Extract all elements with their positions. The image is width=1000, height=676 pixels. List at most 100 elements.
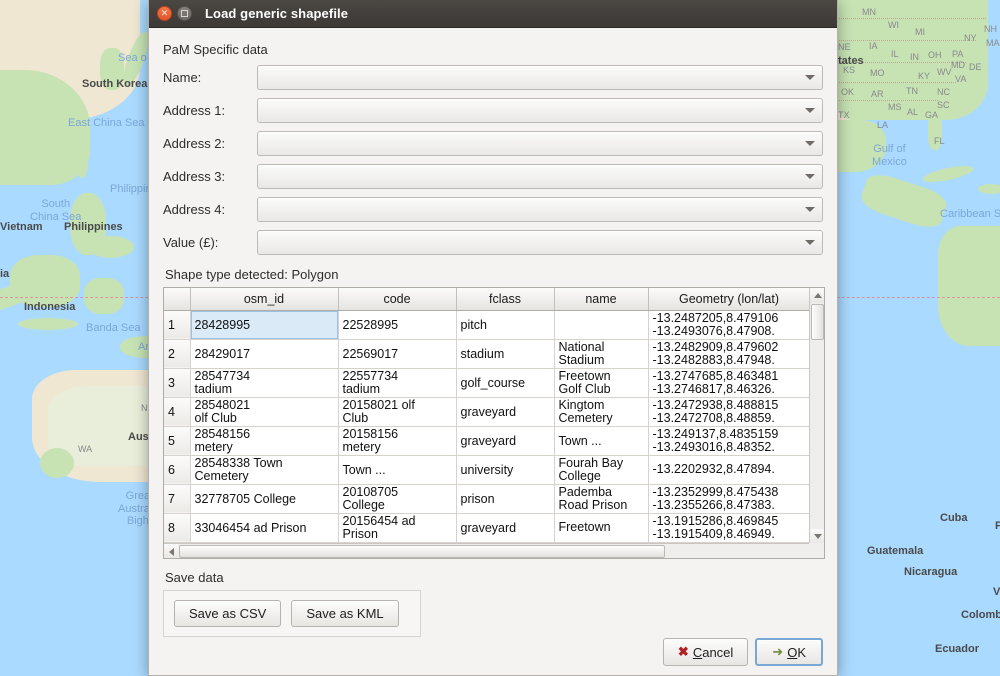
chevron-down-icon[interactable] bbox=[805, 108, 815, 113]
cell-geometry[interactable]: -13.2487205,8.479106 -13.2493076,8.47908. bbox=[648, 310, 811, 340]
map-state-label-17: VA bbox=[955, 74, 967, 84]
dialog-titlebar[interactable]: ✕ Load generic shapefile bbox=[149, 0, 837, 28]
map-land-taiwan bbox=[76, 150, 88, 178]
cell-fclass[interactable]: graveyard bbox=[456, 513, 555, 543]
cell-name[interactable]: Town ... bbox=[554, 426, 649, 456]
cell-code[interactable]: 22528995 bbox=[338, 310, 457, 340]
table-horizontal-scrollbar[interactable] bbox=[164, 543, 824, 558]
ok-button[interactable]: ➜ OK bbox=[755, 638, 823, 666]
address4-combo[interactable] bbox=[257, 197, 823, 222]
map-land-cuba bbox=[921, 162, 975, 186]
value-combo[interactable] bbox=[257, 230, 823, 255]
map-country-label-1: Philippines bbox=[64, 221, 123, 233]
map-sea-label-0: Sea o bbox=[118, 52, 147, 64]
cell-fclass[interactable]: graveyard bbox=[456, 426, 555, 456]
cell-osm_id[interactable]: 28548338 Town Cemetery bbox=[190, 455, 339, 485]
cell-code[interactable]: 22569017 bbox=[338, 339, 457, 369]
chevron-down-icon[interactable] bbox=[805, 75, 815, 80]
cell-osm_id[interactable]: 28429017 bbox=[190, 339, 339, 369]
attribute-table[interactable]: osm_id code fclass name Geometry (lon/la… bbox=[163, 287, 825, 559]
cell-name[interactable]: Freetown bbox=[554, 513, 649, 543]
cell-fclass[interactable]: prison bbox=[456, 484, 555, 514]
cell-name[interactable]: National Stadium bbox=[554, 339, 649, 369]
chevron-down-icon[interactable] bbox=[805, 207, 815, 212]
vertical-scroll-thumb[interactable] bbox=[811, 304, 824, 340]
table-row[interactable]: 2 28429017 22569017 stadium National Stadium -… bbox=[164, 339, 811, 369]
chevron-down-icon[interactable] bbox=[805, 240, 815, 245]
attribute-table-grid: osm_id code fclass name Geometry (lon/la… bbox=[164, 288, 811, 558]
cancel-button[interactable]: ✖ Cancel bbox=[662, 638, 749, 666]
row-number[interactable]: 6 bbox=[164, 455, 191, 485]
cell-osm_id[interactable]: 28428995 bbox=[190, 310, 339, 340]
cell-name[interactable]: Fourah Bay College bbox=[554, 455, 649, 485]
row-number[interactable]: 7 bbox=[164, 484, 191, 514]
cell-geometry[interactable]: -13.2747685,8.463481 -13.2746817,8.46326. bbox=[648, 368, 811, 398]
cell-name[interactable]: Pademba Road Prison bbox=[554, 484, 649, 514]
row-number[interactable]: 4 bbox=[164, 397, 191, 427]
maximize-icon[interactable] bbox=[177, 6, 192, 21]
load-shapefile-dialog: ✕ Load generic shapefile PaM Specific da… bbox=[148, 0, 838, 676]
address1-combo[interactable] bbox=[257, 98, 823, 123]
cell-code[interactable]: 22557734 tadium bbox=[338, 368, 457, 398]
cell-name[interactable] bbox=[554, 310, 649, 340]
table-row[interactable]: 4 28548021 olf Club 20158021 olf Club graveya… bbox=[164, 397, 811, 427]
column-header-code[interactable]: code bbox=[338, 288, 457, 311]
column-header-fclass[interactable]: fclass bbox=[456, 288, 555, 311]
save-as-kml-button[interactable]: Save as KML bbox=[291, 600, 399, 627]
row-number[interactable]: 5 bbox=[164, 426, 191, 456]
cell-osm_id[interactable]: 28548156 metery bbox=[190, 426, 339, 456]
cell-geometry[interactable]: -13.2202932,8.47894. bbox=[648, 455, 811, 485]
cell-osm_id[interactable]: 33046454 ad Prison bbox=[190, 513, 339, 543]
map-sea-label-1: East China Sea bbox=[68, 117, 145, 129]
scroll-down-icon[interactable] bbox=[810, 529, 824, 544]
cell-osm_id[interactable]: 28548021 olf Club bbox=[190, 397, 339, 427]
cell-geometry[interactable]: -13.1915286,8.469845 -13.1915409,8.46949. bbox=[648, 513, 811, 543]
cell-code[interactable]: 20158156 metery bbox=[338, 426, 457, 456]
cell-geometry[interactable]: -13.2482909,8.479602 -13.2482883,8.47948. bbox=[648, 339, 811, 369]
cell-code[interactable]: 20158021 olf Club bbox=[338, 397, 457, 427]
row-number[interactable]: 1 bbox=[164, 310, 191, 340]
column-header-geometry[interactable]: Geometry (lon/lat) bbox=[648, 288, 811, 311]
cell-fclass[interactable]: university bbox=[456, 455, 555, 485]
table-row[interactable]: 6 28548338 Town Cemetery Town ... university… bbox=[164, 455, 811, 485]
cell-name[interactable]: Freetown Golf Club bbox=[554, 368, 649, 398]
scroll-left-icon[interactable] bbox=[164, 544, 178, 558]
cell-name[interactable]: Kingtom Cemetery bbox=[554, 397, 649, 427]
cell-geometry[interactable]: -13.2352999,8.475438 -13.2355266,8.47383. bbox=[648, 484, 811, 514]
address3-combo[interactable] bbox=[257, 164, 823, 189]
address2-combo-label: Address 2: bbox=[163, 136, 226, 151]
table-row[interactable]: 8 33046454 ad Prison 20156454 ad Prison grav… bbox=[164, 513, 811, 543]
table-vertical-scrollbar[interactable] bbox=[809, 288, 824, 544]
cell-fclass[interactable]: pitch bbox=[456, 310, 555, 340]
chevron-down-icon[interactable] bbox=[805, 174, 815, 179]
cell-geometry[interactable]: -13.2472938,8.488815 -13.2472708,8.48859. bbox=[648, 397, 811, 427]
table-corner-header[interactable] bbox=[164, 288, 191, 311]
table-row[interactable]: 7 32778705 College 20108705 College prison Pa… bbox=[164, 484, 811, 514]
column-header-osm_id[interactable]: osm_id bbox=[190, 288, 339, 311]
cell-osm_id[interactable]: 28547734 tadium bbox=[190, 368, 339, 398]
cell-code[interactable]: 20156454 ad Prison bbox=[338, 513, 457, 543]
save-as-csv-button[interactable]: Save as CSV bbox=[174, 600, 282, 627]
cell-code[interactable]: Town ... bbox=[338, 455, 457, 485]
table-row[interactable]: 5 28548156 metery 20158156 metery graveyard To… bbox=[164, 426, 811, 456]
table-row[interactable]: 3 28547734 tadium 22557734 tadium golf_course… bbox=[164, 368, 811, 398]
map-country-label-10: Colombi bbox=[961, 609, 1000, 621]
table-row[interactable]: 1 28428995 22528995 pitch -13.2487205,8.4791… bbox=[164, 310, 811, 340]
cell-geometry[interactable]: -13.249137,8.4835159 -13.2493016,8.48352. bbox=[648, 426, 811, 456]
horizontal-scroll-thumb[interactable] bbox=[179, 545, 665, 558]
cell-code[interactable]: 20108705 College bbox=[338, 484, 457, 514]
cell-fclass[interactable]: golf_course bbox=[456, 368, 555, 398]
row-number[interactable]: 8 bbox=[164, 513, 191, 543]
scroll-up-icon[interactable] bbox=[810, 288, 824, 303]
column-header-name[interactable]: name bbox=[554, 288, 649, 311]
address2-combo[interactable] bbox=[257, 131, 823, 156]
cell-fclass[interactable]: stadium bbox=[456, 339, 555, 369]
row-number[interactable]: 2 bbox=[164, 339, 191, 369]
cancel-button-label: Cancel bbox=[692, 644, 734, 660]
chevron-down-icon[interactable] bbox=[805, 141, 815, 146]
cell-fclass[interactable]: graveyard bbox=[456, 397, 555, 427]
close-icon[interactable]: ✕ bbox=[157, 6, 172, 21]
name-combo[interactable] bbox=[257, 65, 823, 90]
row-number[interactable]: 3 bbox=[164, 368, 191, 398]
cell-osm_id[interactable]: 32778705 College bbox=[190, 484, 339, 514]
